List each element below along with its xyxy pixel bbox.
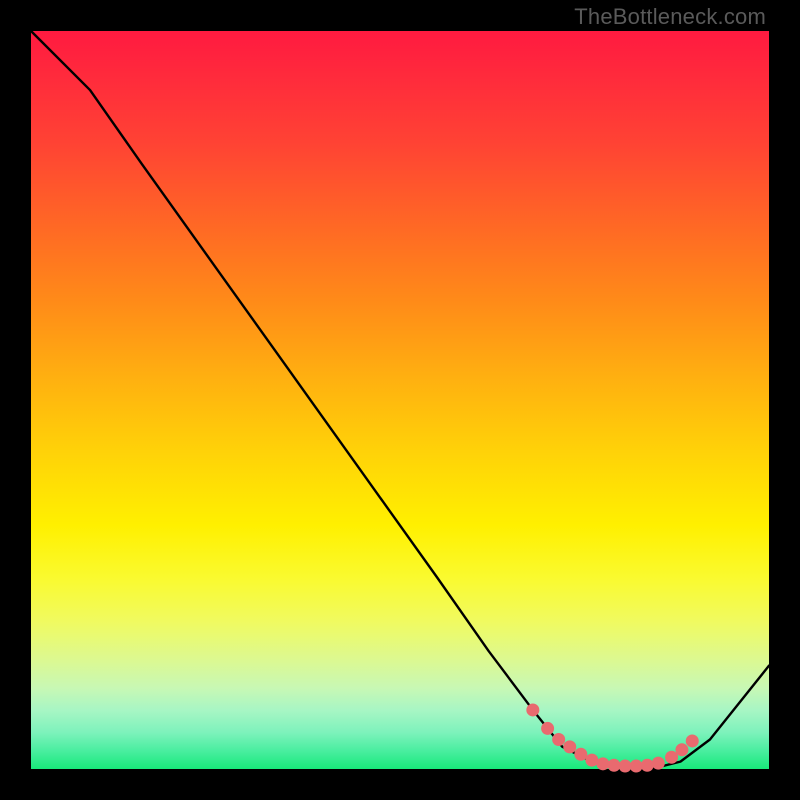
highlight-markers — [526, 703, 698, 772]
attribution-label: TheBottleneck.com — [574, 4, 766, 30]
chart-frame: TheBottleneck.com — [0, 0, 800, 800]
highlight-dot — [541, 722, 554, 735]
bottleneck-curve — [31, 31, 769, 769]
highlight-dot — [608, 759, 621, 772]
highlight-dot — [563, 740, 576, 753]
highlight-dot — [652, 757, 665, 770]
highlight-dot — [596, 757, 609, 770]
highlight-dot — [585, 754, 598, 767]
highlight-dot — [675, 743, 688, 756]
highlight-dot — [526, 703, 539, 716]
highlight-dot — [552, 733, 565, 746]
highlight-dot — [630, 760, 643, 773]
highlight-dot — [686, 734, 699, 747]
highlight-dot — [641, 759, 654, 772]
highlight-dot — [574, 748, 587, 761]
chart-overlay — [31, 31, 769, 769]
highlight-dot — [619, 760, 632, 773]
